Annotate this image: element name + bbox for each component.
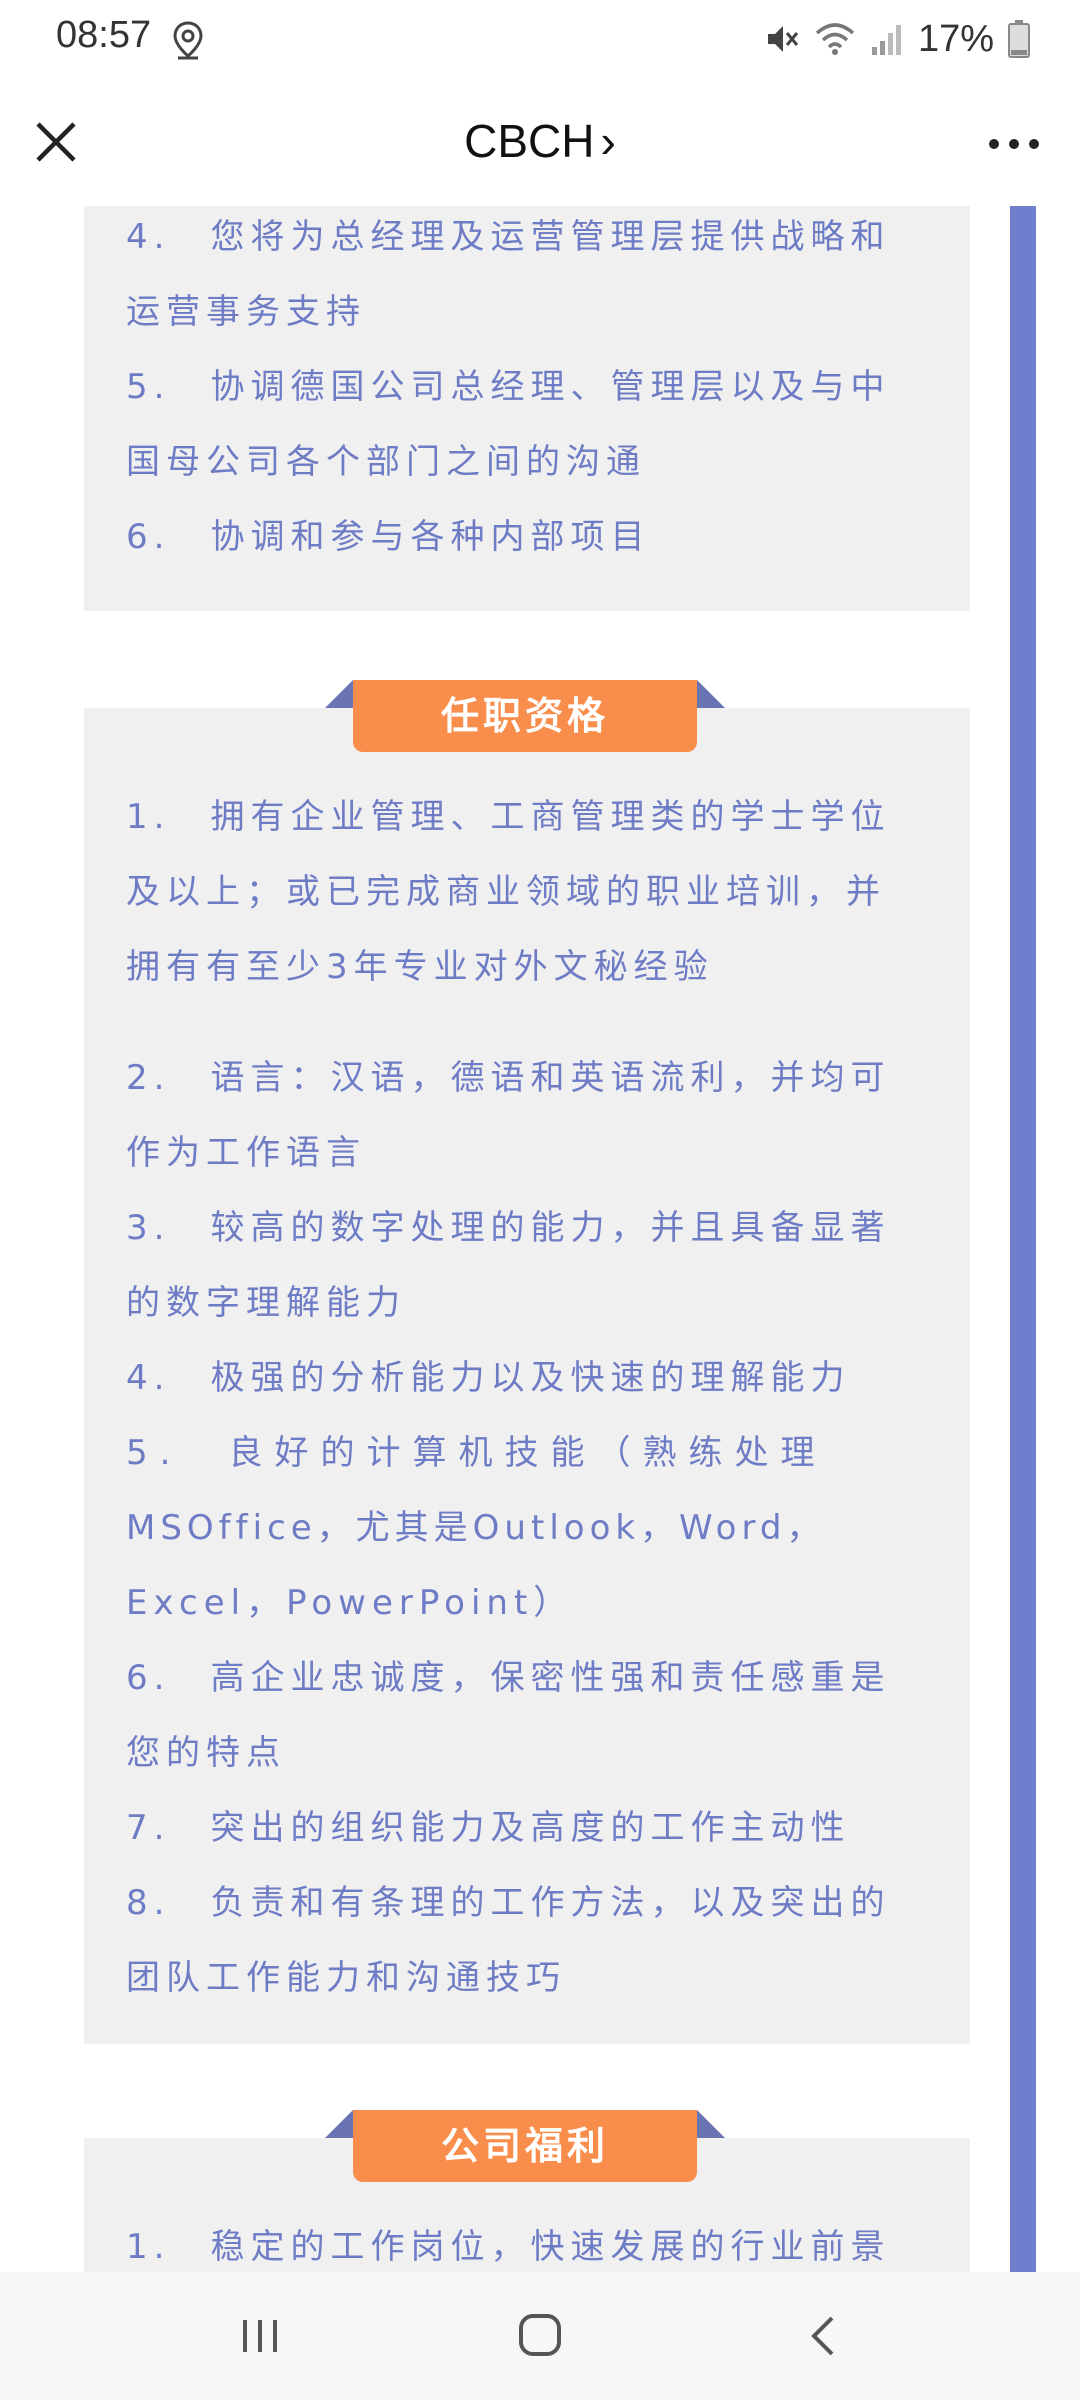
qualification-line: 团队工作能力和沟通技巧 <box>126 1958 566 1998</box>
battery-icon <box>1008 20 1030 58</box>
qualification-line: 1. 拥有企业管理、工商管理类的学士学位 <box>126 797 891 837</box>
recent-apps-icon[interactable] <box>225 2306 295 2366</box>
status-bar: 08:57 17% <box>0 0 1080 78</box>
duty-line: 5. 协调德国公司总经理、管理层以及与中 <box>126 367 891 407</box>
signal-icon <box>871 25 901 55</box>
benefits-tab: 公司福利 <box>353 2110 697 2182</box>
system-nav-bar <box>0 2272 1080 2400</box>
qualification-line: 作为工作语言 <box>126 1133 366 1173</box>
page-title[interactable]: CBCH › <box>0 114 1080 168</box>
article-content[interactable]: 4. 您将为总经理及运营管理层提供战略和 运营事务支持 5. 协调德国公司总经理… <box>0 206 1080 2272</box>
qualification-line: 2. 语言：汉语，德语和英语流利，并均可 <box>126 1058 891 1098</box>
location-icon <box>173 21 203 60</box>
qualification-line: 3. 较高的数字处理的能力，并且具备显著 <box>126 1208 891 1248</box>
qualification-line: MSOffice，尤其是Outlook，Word， <box>126 1508 826 1548</box>
home-icon[interactable] <box>505 2306 575 2366</box>
tab-fold-left <box>325 2110 353 2138</box>
title-bar: CBCH › <box>0 78 1080 207</box>
wifi-icon <box>815 23 855 55</box>
chevron-right-icon: › <box>600 115 616 167</box>
tab-fold-right <box>697 2110 725 2138</box>
status-time: 08:57 <box>56 14 152 56</box>
battery-percent: 17% <box>917 17 994 60</box>
scroll-indicator[interactable] <box>1010 206 1036 2272</box>
duty-line: 国母公司各个部门之间的沟通 <box>126 442 646 482</box>
qualification-line: 8. 负责和有条理的工作方法，以及突出的 <box>126 1883 891 1923</box>
qualification-line: 6. 高企业忠诚度，保密性强和责任感重是 <box>126 1658 891 1698</box>
benefit-line: 1. 稳定的工作岗位，快速发展的行业前景 <box>126 2227 891 2267</box>
tab-fold-left <box>325 680 353 708</box>
mute-icon <box>767 26 799 52</box>
tab-fold-right <box>697 680 725 708</box>
qualification-line: 拥有有至少3年专业对外文秘经验 <box>126 947 714 987</box>
qualification-line: Excel，PowerPoint） <box>126 1583 574 1623</box>
duties-card: 4. 您将为总经理及运营管理层提供战略和 运营事务支持 5. 协调德国公司总经理… <box>84 206 970 611</box>
page-title-text: CBCH <box>464 115 595 167</box>
qualification-line: 4. 极强的分析能力以及快速的理解能力 <box>126 1358 851 1398</box>
qualification-line: 5. 良好的计算机技能（熟练处理 <box>126 1433 827 1473</box>
qualifications-card: 1. 拥有企业管理、工商管理类的学士学位 及以上；或已完成商业领域的职业培训，并… <box>84 708 970 2044</box>
duty-line: 运营事务支持 <box>126 292 366 332</box>
back-icon[interactable] <box>790 2306 860 2366</box>
qualification-line: 您的特点 <box>126 1733 286 1773</box>
qualifications-header: 任职资格 <box>325 680 725 752</box>
qualification-line: 的数字理解能力 <box>126 1283 406 1323</box>
qualifications-tab: 任职资格 <box>353 680 697 752</box>
duty-line: 4. 您将为总经理及运营管理层提供战略和 <box>126 217 891 257</box>
benefits-header: 公司福利 <box>325 2110 725 2182</box>
duty-line: 6. 协调和参与各种内部项目 <box>126 517 651 557</box>
qualification-line: 及以上；或已完成商业领域的职业培训，并 <box>126 872 886 912</box>
more-icon[interactable] <box>984 132 1044 156</box>
qualification-line: 7. 突出的组织能力及高度的工作主动性 <box>126 1808 851 1848</box>
